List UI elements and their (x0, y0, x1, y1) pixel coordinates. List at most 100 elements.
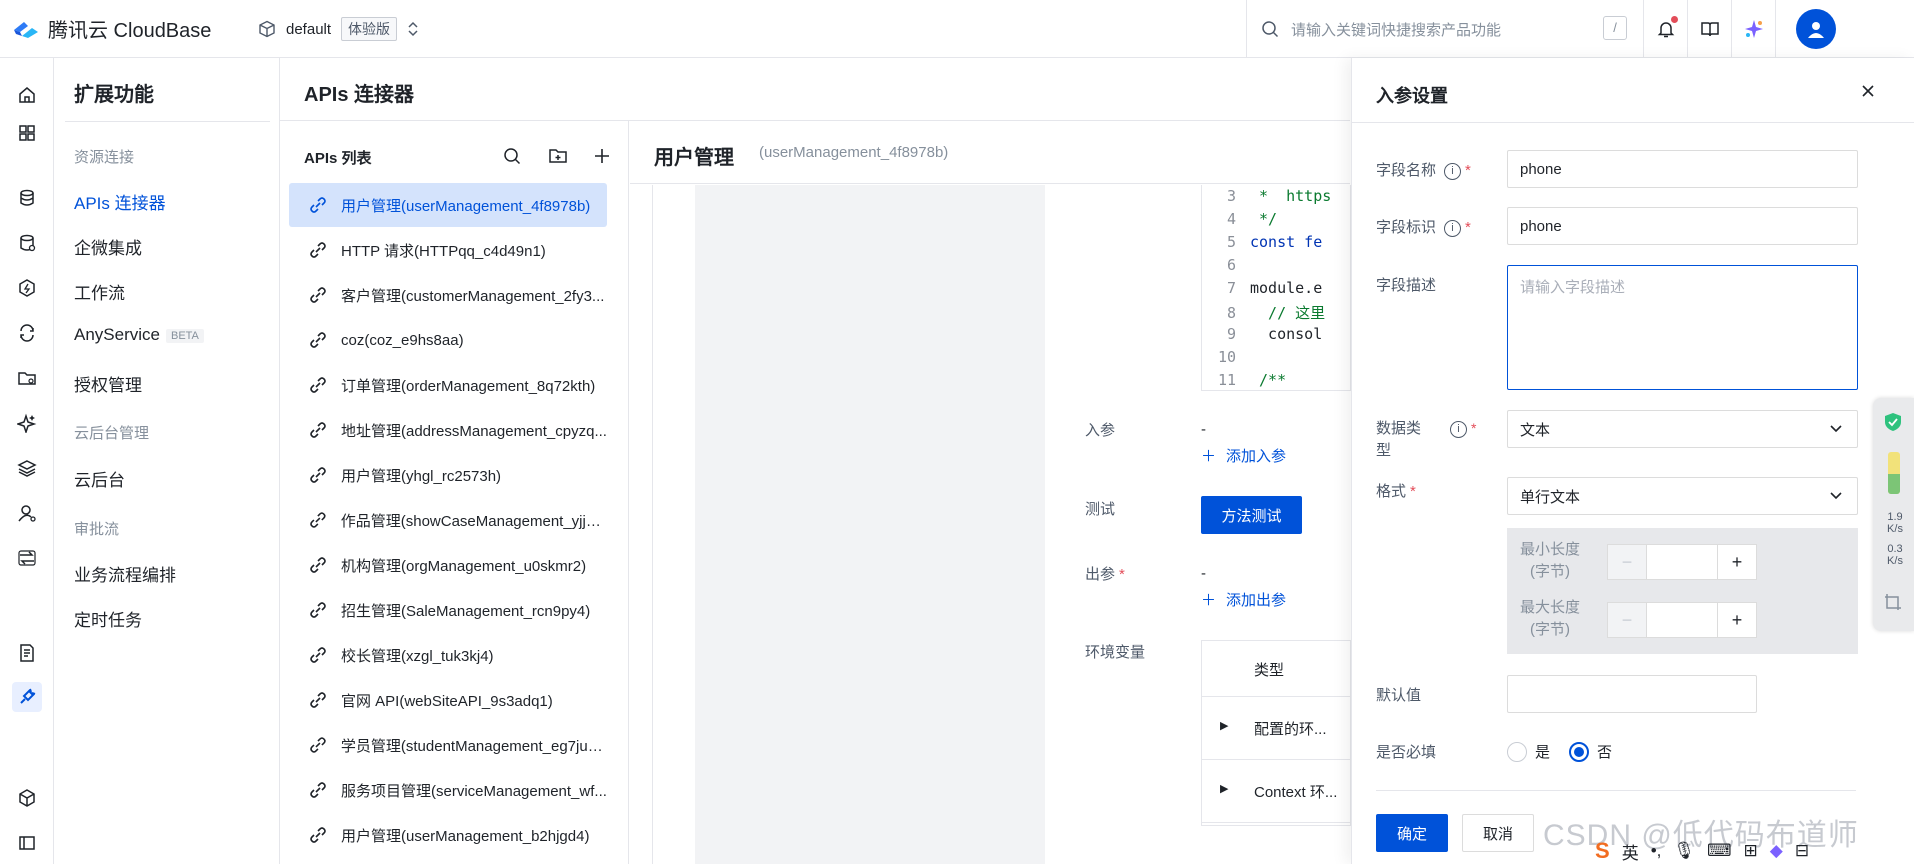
api-list-item[interactable]: 作品管理(showCaseManagement_yjjm... (289, 498, 607, 542)
decrement-button[interactable]: − (1608, 545, 1646, 579)
max-length-stepper[interactable]: − + (1607, 602, 1757, 638)
ai-assistant-button[interactable] (1731, 0, 1775, 58)
api-list-item[interactable]: coz(coz_e9hs8aa) (289, 318, 607, 362)
ime-toolbar[interactable]: S 英 •, 🎙 ⌨ ⊞ ◆ ⊟ (1595, 838, 1914, 864)
increment-button[interactable]: + (1718, 603, 1756, 637)
search-input[interactable]: 请输入关键词快捷搜索产品功能 (1291, 19, 1501, 40)
line-number: 10 (1217, 348, 1236, 366)
info-icon[interactable]: i (1444, 162, 1462, 180)
search-icon (1262, 21, 1279, 38)
api-list-item[interactable]: 订单管理(orderManagement_8q72kth) (289, 363, 607, 407)
radio-required-no[interactable]: 否 (1569, 741, 1612, 762)
notification-button[interactable] (1643, 0, 1687, 58)
nav-plugins[interactable] (12, 783, 42, 813)
method-test-button[interactable]: 方法测试 (1201, 496, 1302, 534)
field-name-input[interactable]: phone (1507, 150, 1858, 188)
nav-rail (0, 58, 54, 864)
api-list-item[interactable]: 机构管理(orgManagement_u0skmr2) (289, 543, 607, 587)
sidebar-item-apis-connector[interactable]: APIs 连接器 (74, 189, 166, 214)
global-search[interactable]: 请输入关键词快捷搜索产品功能 / (1246, 0, 1641, 58)
sidebar-item-wecom[interactable]: 企微集成 (74, 234, 142, 259)
nav-logs[interactable] (12, 638, 42, 668)
add-input-link[interactable]: ＋ 添加入参 (1201, 445, 1286, 466)
field-desc-label: 字段描述 (1376, 277, 1437, 294)
nav-extensions[interactable] (12, 682, 42, 712)
new-folder-icon[interactable] (548, 146, 568, 166)
cancel-button[interactable]: 取消 (1462, 814, 1534, 852)
nav-home[interactable] (12, 80, 42, 110)
api-list-item[interactable]: 官网 API(webSiteAPI_9s3adq1) (289, 678, 607, 722)
search-icon[interactable] (503, 147, 521, 165)
api-list-item[interactable]: 校长管理(xzgl_tuk3kj4) (289, 633, 607, 677)
api-list-item[interactable]: 学员管理(studentManagement_eg7jud... (289, 723, 607, 767)
sidebar-title: 扩展功能 (74, 84, 154, 106)
radio-required-yes[interactable]: 是 (1507, 741, 1550, 762)
user-icon (1807, 22, 1824, 38)
min-length-input[interactable] (1646, 545, 1718, 579)
plug-icon (20, 688, 36, 704)
nav-layers[interactable] (12, 453, 42, 483)
env-selector[interactable]: default 体验版 (258, 17, 419, 41)
data-type-select[interactable]: 文本 (1507, 410, 1858, 448)
user-menu[interactable] (1775, 0, 1855, 58)
env-table-row[interactable]: ▶ 配置的环... (1202, 697, 1352, 760)
add-output-link[interactable]: ＋ 添加出参 (1201, 589, 1286, 610)
confirm-button[interactable]: 确定 (1376, 814, 1448, 852)
data-type-info[interactable]: i * (1450, 420, 1476, 438)
code-line: 9 consol (1202, 325, 1322, 348)
decrement-button[interactable]: − (1608, 603, 1646, 637)
nav-collapse[interactable] (12, 828, 42, 858)
nav-cloudrun[interactable] (12, 318, 42, 348)
nav-overview[interactable] (12, 118, 42, 148)
code-editor[interactable]: 3 * https 4 */5 const fe 6 7 module.e 8 // 这里 9… (1201, 185, 1351, 391)
hexagon-icon (19, 279, 35, 297)
sidebar-item-workflow[interactable]: 工作流 (74, 279, 125, 304)
brand-logo[interactable]: 腾讯云 CloudBase (12, 14, 211, 43)
nav-database[interactable] (12, 183, 42, 213)
increment-button[interactable]: + (1718, 545, 1756, 579)
close-button[interactable] (1860, 82, 1876, 105)
min-length-text-1: 最小长度 (1519, 541, 1580, 558)
field-name-label: 字段名称 i * (1376, 159, 1471, 180)
api-list-item[interactable]: HTTP 请求(HTTPqq_c4d49n1) (289, 228, 607, 272)
env-table-row[interactable]: ▶ Context 环... (1202, 760, 1352, 823)
sidebar-item-anyservice[interactable]: AnyService BETA (74, 325, 204, 345)
link-icon (310, 242, 326, 258)
nav-integration[interactable] (12, 543, 42, 573)
nav-users[interactable] (12, 498, 42, 528)
min-length-label: 最小长度 (字节) (1515, 539, 1585, 583)
nav-storage[interactable] (12, 363, 42, 393)
docs-button[interactable] (1687, 0, 1731, 58)
field-desc-textarea[interactable]: 请输入字段描述 (1507, 265, 1858, 390)
api-item-label: 用户管理(yhgl_rc2573h) (341, 467, 502, 485)
api-list-item[interactable]: 用户管理(userManagement_4f8978b) (289, 183, 607, 227)
sidebar-item-cloud-admin[interactable]: 云后台 (74, 466, 125, 491)
sidebar-item-process[interactable]: 业务流程编排 (74, 561, 176, 586)
sidebar-item-auth[interactable]: 授权管理 (74, 371, 142, 396)
link-icon (310, 422, 326, 438)
code-line: 8 // 这里 (1202, 302, 1325, 325)
api-list-item[interactable]: 客户管理(customerManagement_2fy3... (289, 273, 607, 317)
nav-ai[interactable] (12, 408, 42, 438)
info-icon[interactable]: i (1444, 219, 1462, 237)
notification-dot (1671, 16, 1678, 23)
nav-nosql[interactable] (12, 228, 42, 258)
min-length-stepper[interactable]: − + (1607, 544, 1757, 580)
default-value-input[interactable] (1507, 675, 1757, 713)
format-select[interactable]: 单行文本 (1507, 477, 1858, 515)
api-list-item[interactable]: 用户管理(userManagement_b2hjgd4) (289, 813, 607, 857)
api-item-label: HTTP 请求(HTTPqq_c4d49n1) (341, 242, 546, 260)
api-list-item[interactable]: 招生管理(SaleManagement_rcn9py4) (289, 588, 607, 632)
api-list-item[interactable]: 地址管理(addressManagement_cpyzq... (289, 408, 607, 452)
required-mark: * (1119, 566, 1125, 583)
max-length-input[interactable] (1646, 603, 1718, 637)
code-line: 3 * https (1202, 187, 1331, 210)
network-monitor-widget[interactable]: 1.9 K/s 0.3 K/s (1873, 398, 1914, 631)
api-list-item[interactable]: 服务项目管理(serviceManagement_wf... (289, 768, 607, 812)
required-mark: * (1465, 219, 1471, 236)
add-icon[interactable] (593, 147, 611, 165)
sidebar-item-timer[interactable]: 定时任务 (74, 606, 142, 631)
field-key-input[interactable]: phone (1507, 207, 1858, 245)
api-list-item[interactable]: 用户管理(yhgl_rc2573h) (289, 453, 607, 497)
nav-functions[interactable] (12, 273, 42, 303)
